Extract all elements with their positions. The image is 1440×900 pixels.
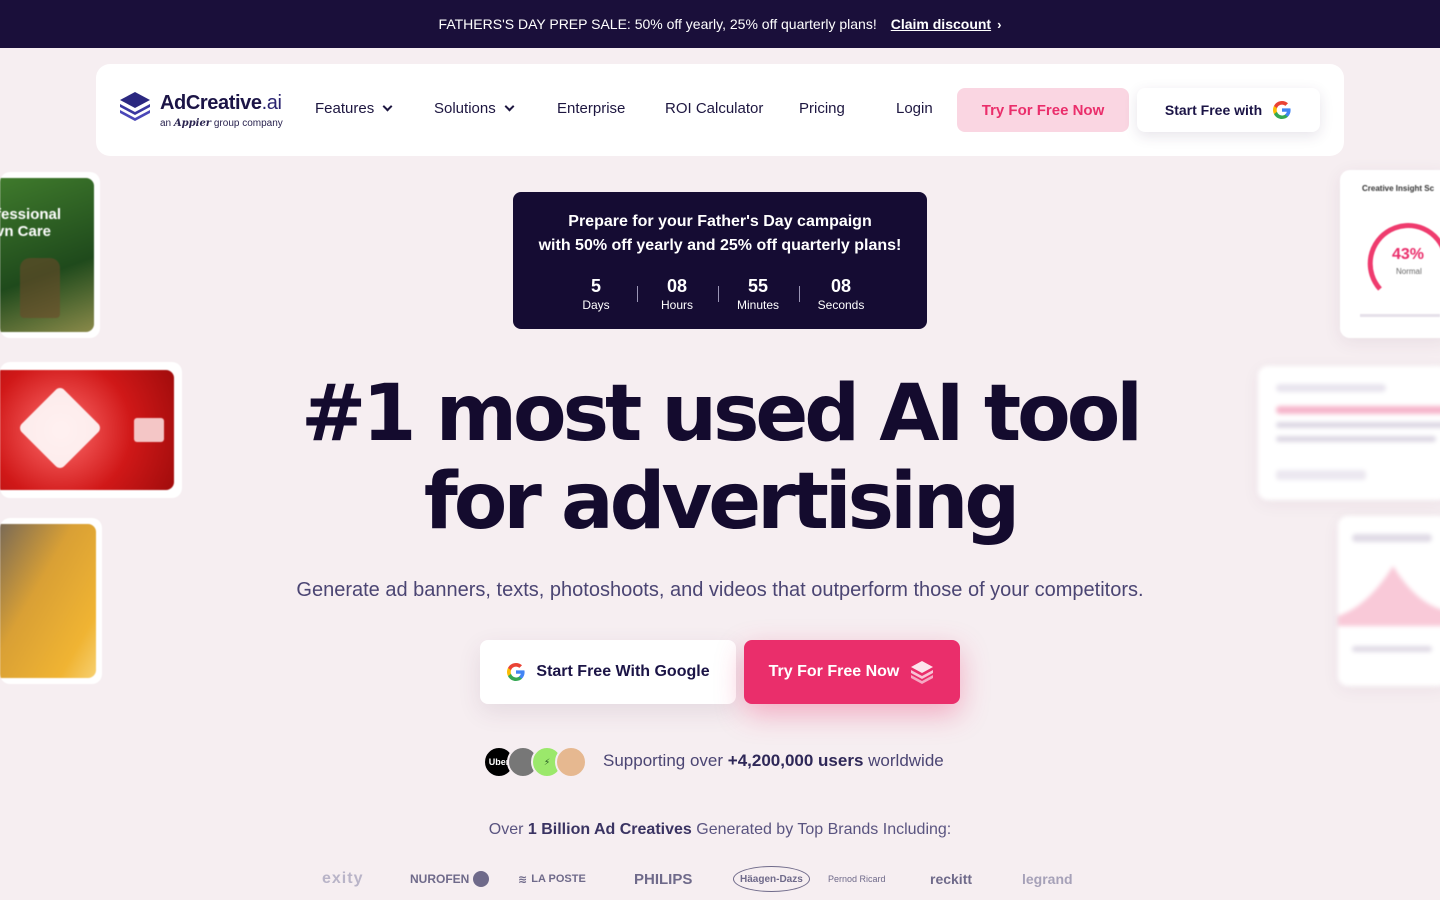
brands-heading: Over 1 Billion Ad Creatives Generated by… (488, 821, 952, 838)
competitor-insight-card (1258, 366, 1440, 500)
logo-subtitle: an Appier group company (160, 118, 283, 129)
performance-chart-card (1338, 516, 1440, 686)
promo-text: FATHERS'S DAY PREP SALE: 50% off yearly,… (438, 16, 877, 32)
score-status: Normal (1396, 267, 1422, 276)
countdown-minutes: 55 Minutes (736, 276, 780, 312)
stack-layers-icon (911, 661, 934, 684)
google-icon (507, 663, 525, 681)
brand-logo-haagen-dazs: Häagen-Dazs (733, 866, 810, 892)
brand-logo-pernod-ricard: Pernod Ricard (828, 874, 886, 884)
creative-insight-card: Creative Insight Sc 43% Normal (1340, 170, 1440, 338)
brand-logo-reckitt: reckitt (930, 871, 973, 887)
creative-insight-title: Creative Insight Sc (1362, 184, 1435, 193)
ad-preview-lawn-care: fessional vn Care (0, 172, 100, 338)
brand-logo-philips: PHILIPS (634, 870, 693, 888)
user-avatars: Uber ⚡ (483, 746, 593, 778)
support-text: Supporting over +4,200,000 users worldwi… (603, 751, 944, 770)
countdown-hours: 08 Hours (660, 276, 693, 312)
start-free-google-nav-button[interactable]: Start Free with (1137, 88, 1320, 132)
try-free-nav-button[interactable]: Try For Free Now (957, 88, 1129, 132)
promo-bar: FATHERS'S DAY PREP SALE: 50% off yearly,… (0, 0, 1440, 48)
nav-solutions[interactable]: Solutions (434, 100, 515, 117)
chevron-down-icon (504, 101, 515, 112)
countdown-days: 5 Days (582, 276, 610, 312)
ad-preview-autumn (0, 518, 102, 684)
try-free-hero-button[interactable]: Try For Free Now (744, 640, 960, 704)
main-nav: AdCreative.ai an Appier group company Fe… (96, 64, 1344, 156)
ad-preview-valentine (0, 362, 182, 498)
brand-logo-la-poste: ≋ LA POSTE (518, 873, 586, 886)
brand-logo-legrand: legrand (1022, 871, 1073, 887)
hero-headline: #1 most used AI tool for advertising (300, 369, 1143, 547)
brand-logo-exity: exity (322, 870, 364, 887)
nav-enterprise[interactable]: Enterprise (557, 100, 625, 117)
score-value: 43% (1392, 246, 1425, 263)
countdown-seconds: 08 Seconds (817, 276, 865, 312)
nav-pricing[interactable]: Pricing (799, 100, 845, 117)
chevron-down-icon (382, 101, 393, 112)
login-link[interactable]: Login (896, 100, 933, 117)
google-icon (1273, 101, 1291, 119)
avatar-person-2 (555, 746, 587, 778)
claim-discount-link[interactable]: Claim discount › (891, 16, 1002, 32)
hero-subtitle: Generate ad banners, texts, photoshoots,… (296, 579, 1144, 601)
chevron-right-icon: › (997, 17, 1002, 32)
logo[interactable]: AdCreative.ai an Appier group company (118, 88, 288, 134)
nav-roi-calculator[interactable]: ROI Calculator (665, 100, 763, 117)
brand-logo-nurofen: NUROFEN (410, 866, 490, 892)
lawn-care-text: fessional vn Care (0, 206, 62, 240)
logo-name: AdCreative.ai (160, 92, 282, 114)
start-free-google-button[interactable]: Start Free With Google (480, 640, 736, 704)
countdown-line-1: Prepare for your Father's Day campaign (568, 213, 872, 230)
countdown-line-2: with 50% off yearly and 25% off quarterl… (538, 237, 902, 254)
logo-stack-icon (120, 92, 150, 121)
nav-features[interactable]: Features (315, 100, 393, 117)
